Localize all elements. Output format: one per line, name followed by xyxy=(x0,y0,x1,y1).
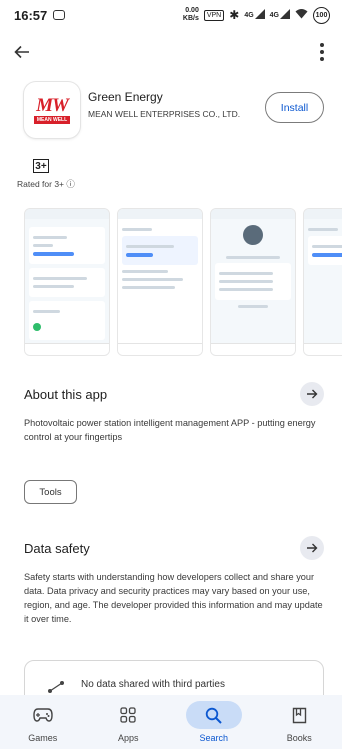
app-logo: MW MEAN WELL xyxy=(24,82,80,138)
status-left: 16:57 xyxy=(14,7,66,23)
bottom-navigation: Games Apps Search Books xyxy=(0,695,342,749)
logo-sub-text: MEAN WELL xyxy=(33,115,71,124)
app-name: Green Energy xyxy=(88,90,163,104)
content-rating[interactable]: 3+ Rated for 3+ ⓘ xyxy=(0,159,80,189)
search-icon xyxy=(206,707,222,724)
nav-books[interactable]: Books xyxy=(269,701,329,743)
signal-icon-1: 4G xyxy=(244,8,266,19)
top-app-bar xyxy=(0,36,342,68)
nav-search[interactable]: Search xyxy=(184,701,244,743)
net-speed-unit: KB/s xyxy=(182,15,199,22)
screenshot-carousel[interactable] xyxy=(24,208,342,356)
about-description: Photovoltaic power station intelligent m… xyxy=(24,418,316,442)
books-icon xyxy=(292,707,306,723)
nav-games[interactable]: Games xyxy=(13,701,73,743)
screenshot-1[interactable] xyxy=(24,208,110,356)
rating-text: Rated for 3+ ⓘ xyxy=(17,179,75,189)
status-time: 16:57 xyxy=(14,7,48,23)
status-bar: 16:57 0.00 KB/s VPN ✱ 4G 4G 100 xyxy=(0,0,342,30)
screenshot-3[interactable] xyxy=(210,208,296,356)
safety-description: Safety starts with understanding how dev… xyxy=(24,572,323,624)
back-arrow-icon[interactable] xyxy=(8,38,36,66)
rating-badge: 3+ xyxy=(33,159,49,173)
more-dot xyxy=(320,50,324,54)
signal-icon-2: 4G xyxy=(270,8,291,19)
app-header: MW MEAN WELL Green Energy MEAN WELL ENTE… xyxy=(24,82,324,142)
about-section-header[interactable]: About this app xyxy=(24,382,324,406)
category-chip-tools[interactable]: Tools xyxy=(24,480,77,504)
nav-books-label: Books xyxy=(286,733,312,743)
no-data-shared-text: No data shared with third parties xyxy=(81,679,225,690)
arrow-right-icon[interactable] xyxy=(300,382,324,406)
more-dot xyxy=(320,43,324,47)
games-icon xyxy=(33,708,53,722)
safety-section-header[interactable]: Data safety xyxy=(24,536,324,560)
about-title: About this app xyxy=(24,387,108,402)
screen-record-icon xyxy=(53,10,66,20)
bluetooth-icon: ✱ xyxy=(229,8,240,22)
nav-games-label: Games xyxy=(28,733,58,743)
safety-title: Data safety xyxy=(24,541,90,556)
more-dot xyxy=(320,57,324,61)
install-button[interactable]: Install xyxy=(265,92,324,123)
vpn-icon: VPN xyxy=(203,9,225,21)
screenshot-4[interactable] xyxy=(303,208,342,356)
app-developer[interactable]: MEAN WELL ENTERPRISES CO., LTD. xyxy=(88,109,240,119)
share-icon xyxy=(48,681,64,693)
arrow-right-icon[interactable] xyxy=(300,536,324,560)
battery-icon: 100 xyxy=(313,6,330,24)
nav-search-label: Search xyxy=(199,733,229,743)
wifi-icon xyxy=(295,8,308,22)
nav-apps[interactable]: Apps xyxy=(98,701,158,743)
net-speed-value: 0.00 xyxy=(185,7,199,14)
apps-icon xyxy=(120,707,136,723)
screenshot-2[interactable] xyxy=(117,208,203,356)
logo-mw-text: MW xyxy=(36,94,69,116)
net-speed: 0.00 KB/s xyxy=(183,7,199,23)
nav-apps-label: Apps xyxy=(117,733,139,743)
status-right: 0.00 KB/s VPN ✱ 4G 4G 100 xyxy=(183,6,330,24)
more-options-icon[interactable] xyxy=(314,38,330,66)
